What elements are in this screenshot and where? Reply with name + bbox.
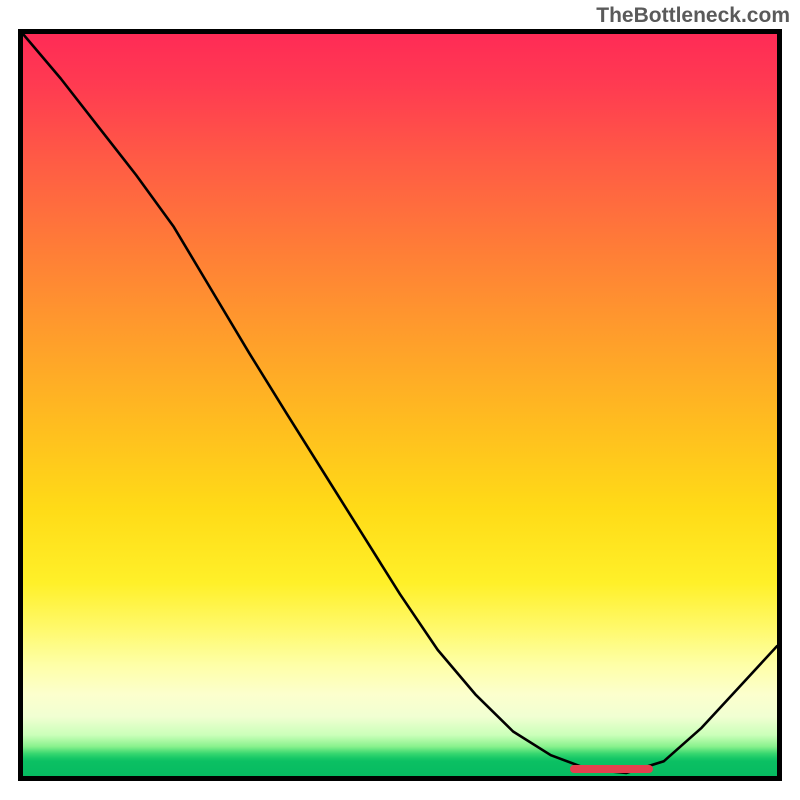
plot-inner [23, 34, 777, 776]
plot-area [18, 29, 782, 781]
bottleneck-curve [23, 34, 777, 776]
optimal-marker [570, 765, 653, 773]
figure-root: TheBottleneck.com [0, 0, 800, 800]
attribution-text: TheBottleneck.com [596, 4, 790, 28]
